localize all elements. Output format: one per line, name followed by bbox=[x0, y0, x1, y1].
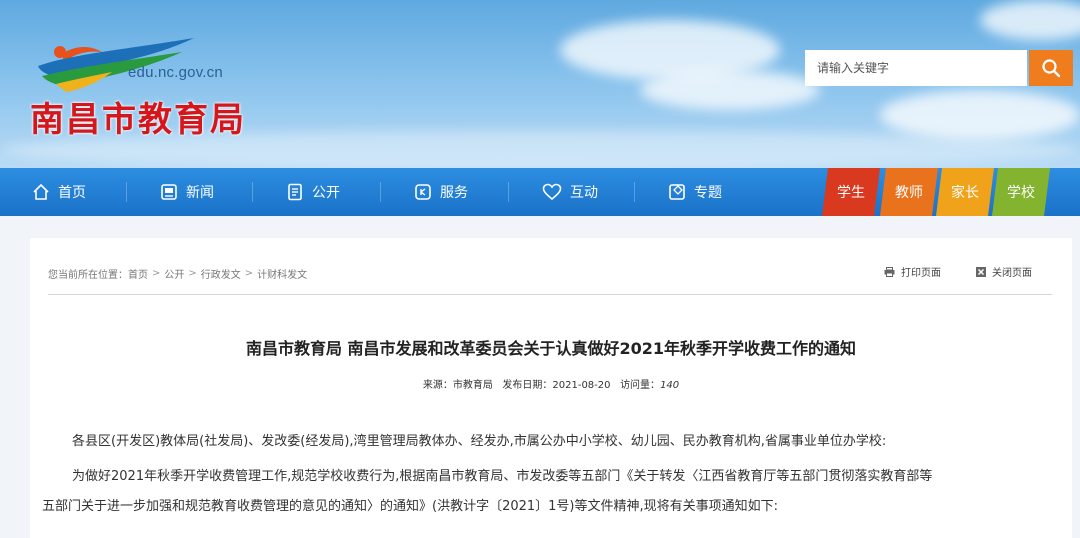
site-logo[interactable]: edu.nc.gov.cn 南昌市教育局 bbox=[28, 34, 258, 144]
breadcrumb-separator: > bbox=[188, 268, 197, 279]
article-title: 南昌市教育局 南昌市发展和改革委员会关于认真做好2021年秋季开学收费工作的通知 bbox=[245, 339, 857, 358]
nav-item-topic[interactable]: 专题 bbox=[668, 168, 722, 216]
nav-label: 互动 bbox=[570, 185, 598, 201]
cloud-decoration bbox=[640, 70, 820, 110]
article-panel: 您当前所在位置： 首页 > 公开 > 行政发文 > 计财科发文 打印页面 关闭页… bbox=[30, 238, 1072, 538]
breadcrumb: 您当前所在位置： 首页 > 公开 > 行政发文 > 计财科发文 bbox=[48, 266, 307, 281]
heart-icon bbox=[542, 183, 562, 201]
breadcrumb-link[interactable]: 计财科发文 bbox=[257, 266, 307, 281]
search-button[interactable] bbox=[1029, 50, 1073, 86]
nav-item-service[interactable]: 服务 bbox=[414, 168, 468, 216]
nav-divider bbox=[252, 182, 253, 202]
source-value: 市教育局 bbox=[452, 380, 493, 391]
date-label: 发布日期： bbox=[502, 380, 553, 391]
nav-divider bbox=[634, 182, 635, 202]
role-tab-parent[interactable]: 家长 bbox=[936, 168, 994, 216]
source-label: 来源： bbox=[422, 380, 453, 391]
nav-divider bbox=[126, 182, 127, 202]
article-paragraph: 五部门关于进一步加强和规范教育收费管理的意见的通知〉的通知》(洪教计字〔2021… bbox=[42, 499, 779, 514]
breadcrumb-link[interactable]: 首页 bbox=[128, 266, 148, 281]
views-value: 140 bbox=[660, 380, 680, 391]
nav-label: 公开 bbox=[312, 185, 340, 201]
breadcrumb-prefix: 您当前所在位置： bbox=[48, 270, 128, 281]
nav-divider bbox=[380, 182, 381, 202]
breadcrumb-link[interactable]: 公开 bbox=[164, 266, 184, 281]
close-page-button[interactable]: 关闭页面 bbox=[976, 264, 1032, 279]
home-icon bbox=[33, 183, 49, 200]
site-domain: edu.nc.gov.cn bbox=[128, 64, 223, 81]
printer-icon bbox=[884, 266, 895, 277]
search-bar bbox=[805, 50, 1073, 86]
topic-icon bbox=[669, 184, 685, 200]
role-tab-student[interactable]: 学生 bbox=[822, 168, 880, 216]
nav-item-public[interactable]: 公开 bbox=[286, 168, 340, 216]
cloud-decoration bbox=[980, 0, 1080, 40]
cloud-decoration bbox=[880, 90, 1080, 140]
print-page-button[interactable]: 打印页面 bbox=[884, 264, 941, 279]
search-icon bbox=[1042, 59, 1061, 78]
article-paragraph: 为做好2021年秋季开学收费管理工作,规范学校收费行为,根据南昌市教育局、市发改… bbox=[72, 469, 933, 484]
nav-divider bbox=[508, 182, 509, 202]
nav-label: 服务 bbox=[440, 185, 468, 201]
role-tab-teacher[interactable]: 教师 bbox=[880, 168, 938, 216]
news-icon bbox=[161, 184, 177, 200]
nav-item-interact[interactable]: 互动 bbox=[542, 168, 598, 216]
nav-label: 专题 bbox=[694, 185, 722, 201]
divider bbox=[48, 294, 1052, 295]
breadcrumb-link[interactable]: 行政发文 bbox=[201, 266, 241, 281]
print-page-label: 打印页面 bbox=[901, 268, 941, 279]
document-icon bbox=[288, 183, 302, 201]
article-meta: 来源：市教育局 发布日期：2021-08-20 访问量：140 bbox=[30, 376, 1072, 391]
close-page-label: 关闭页面 bbox=[992, 268, 1032, 279]
nav-label: 新闻 bbox=[186, 185, 214, 201]
nav-label: 首页 bbox=[58, 185, 86, 201]
site-title: 南昌市教育局 bbox=[30, 100, 246, 140]
nav-item-news[interactable]: 新闻 bbox=[160, 168, 214, 216]
breadcrumb-separator: > bbox=[244, 268, 254, 279]
nav-item-home[interactable]: 首页 bbox=[32, 168, 86, 216]
site-header: edu.nc.gov.cn 南昌市教育局 bbox=[0, 0, 1080, 168]
article-paragraph: 各县区(开发区)教体局(社发局)、发改委(经发局),湾里管理局教体办、经发办,市… bbox=[72, 434, 887, 449]
date-value: 2021-08-20 bbox=[552, 380, 611, 391]
search-input[interactable] bbox=[805, 50, 1027, 86]
breadcrumb-separator: > bbox=[152, 268, 161, 279]
role-tab-school[interactable]: 学校 bbox=[992, 168, 1050, 216]
views-label: 访问量： bbox=[620, 380, 661, 391]
close-icon bbox=[976, 266, 986, 277]
service-icon bbox=[415, 184, 431, 200]
